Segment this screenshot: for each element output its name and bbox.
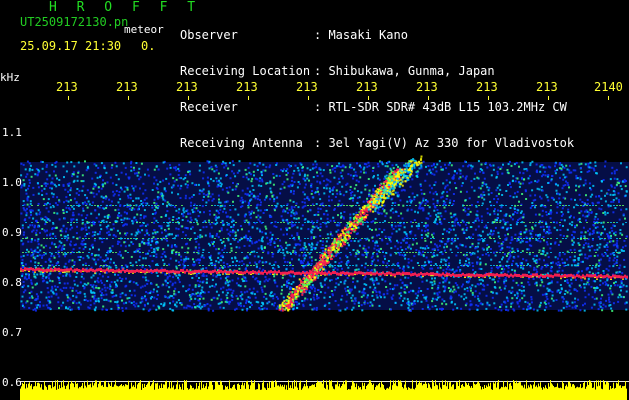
time-tick-label: 213 <box>116 80 138 94</box>
y-tick-label: 0.6 <box>2 376 22 389</box>
time-tick-label: 213 <box>536 80 558 94</box>
y-tick-label: 1.1 <box>2 126 22 139</box>
antenna-label: Receiving Antenna <box>180 136 303 150</box>
location-value: : Shibukawa, Gunma, Japan <box>314 64 495 78</box>
status-flag: 0. <box>141 39 156 53</box>
y-tick-label: 1.0 <box>2 176 22 189</box>
signal-level-plot <box>20 380 629 400</box>
noise-layer <box>20 160 629 312</box>
observer-value: : Masaki Kano <box>314 28 408 42</box>
antenna-value: : 3el Yagi(V) Az 330 for Vladivostok <box>314 136 575 150</box>
app-title: H R O F F T <box>49 0 202 15</box>
observer-label: Observer <box>180 28 238 42</box>
y-axis-unit: kHz <box>0 71 20 84</box>
time-tick-label: 213 <box>476 80 498 94</box>
receiver-value: : RTL-SDR SDR# 43dB L15 103.2MHz CW <box>314 100 567 114</box>
location-label: Receiving Location <box>180 64 311 78</box>
time-tick-label: 213 <box>416 80 438 94</box>
y-tick-label: 0.8 <box>2 276 22 289</box>
time-tick-label: 213 <box>56 80 78 94</box>
time-tick-label: 2140 <box>594 80 623 94</box>
receiver-label: Receiver <box>180 100 238 114</box>
time-tick-label: 213 <box>236 80 258 94</box>
y-tick-label: 0.9 <box>2 226 22 239</box>
datetime-label: 25.09.17 21:30 <box>20 39 122 53</box>
file-type-label: meteor <box>124 23 164 36</box>
time-tick-label: 213 <box>356 80 378 94</box>
y-tick-label: 0.7 <box>2 326 22 339</box>
time-tick-label: 213 <box>176 80 198 94</box>
time-tick-label: 213 <box>296 80 318 94</box>
file-name: UT2509172130.pn <box>20 15 129 29</box>
